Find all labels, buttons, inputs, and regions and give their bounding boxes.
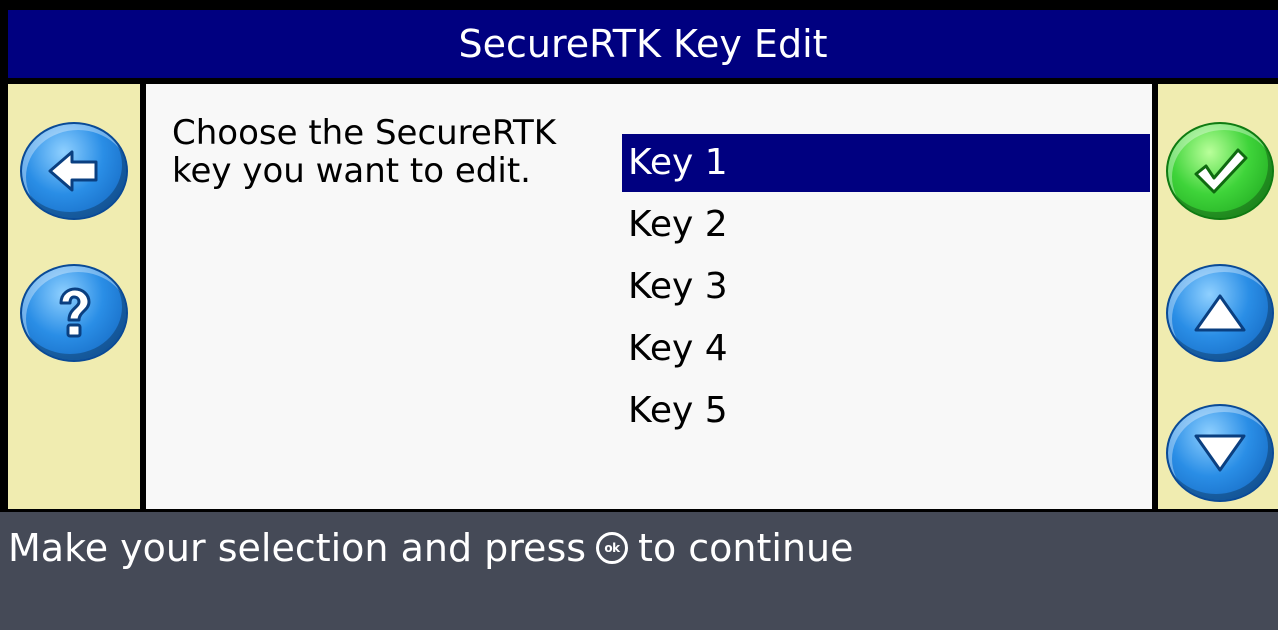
content-area: Choose the SecureRTK key you want to edi…	[146, 84, 1152, 509]
status-message: Make your selection and press ok to cont…	[8, 526, 854, 570]
ok-button-icon: ok	[596, 532, 629, 564]
help-button[interactable]	[20, 264, 128, 362]
page-title: SecureRTK Key Edit	[8, 10, 1278, 78]
down-triangle-icon	[1194, 434, 1246, 472]
back-arrow-icon	[48, 150, 98, 192]
list-item-key-3[interactable]: Key 3	[622, 258, 1150, 316]
list-item-key-5[interactable]: Key 5	[622, 382, 1150, 440]
scroll-up-button[interactable]	[1166, 264, 1274, 362]
status-text-before: Make your selection and press	[8, 526, 587, 570]
ok-icon-label: ok	[604, 541, 620, 555]
status-bar: Make your selection and press ok to cont…	[0, 512, 1278, 630]
scroll-down-button[interactable]	[1166, 404, 1274, 502]
accept-button[interactable]	[1166, 122, 1274, 220]
status-text-after: to continue	[638, 526, 854, 570]
screen: SecureRTK Key Edit Choose the SecureRTK …	[0, 0, 1278, 630]
list-item-key-1[interactable]: Key 1	[622, 134, 1150, 192]
instruction-text: Choose the SecureRTK key you want to edi…	[172, 113, 557, 191]
question-mark-icon	[59, 287, 91, 338]
list-item-key-2[interactable]: Key 2	[622, 196, 1150, 254]
left-button-panel	[8, 84, 140, 509]
right-button-panel	[1158, 84, 1278, 509]
up-triangle-icon	[1194, 294, 1246, 332]
list-item-key-4[interactable]: Key 4	[622, 320, 1150, 378]
checkmark-icon	[1194, 148, 1248, 194]
back-button[interactable]	[20, 122, 128, 220]
key-list: Key 1 Key 2 Key 3 Key 4 Key 5	[622, 134, 1150, 444]
